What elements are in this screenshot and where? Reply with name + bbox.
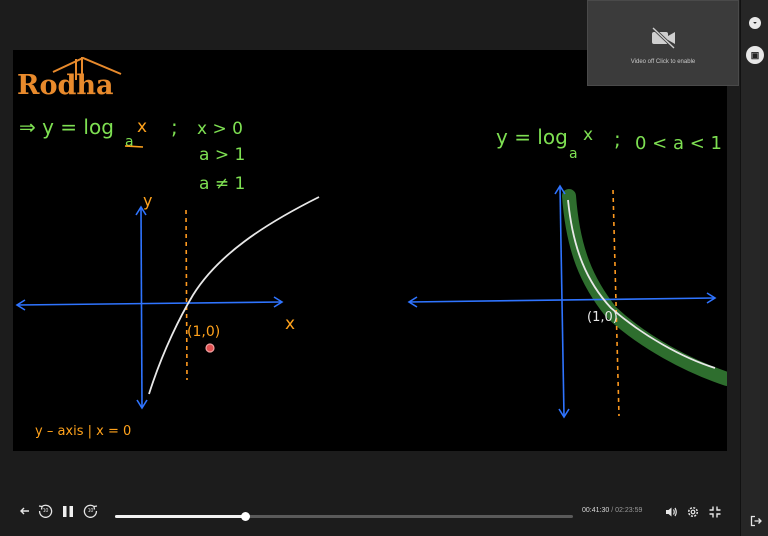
- left-graph: y x (1,0) y – axis | x = 0: [15, 191, 320, 439]
- back-button[interactable]: [18, 505, 32, 521]
- exit-fullscreen-icon: [709, 506, 721, 518]
- left-condition-1: x > 0: [197, 119, 243, 139]
- progress-knob[interactable]: [241, 512, 251, 521]
- settings-button[interactable]: [686, 505, 700, 519]
- rewind-label: 10: [42, 508, 49, 514]
- camera-tile[interactable]: Video off Click to enable: [587, 0, 739, 86]
- left-equation-var: x: [137, 117, 147, 137]
- right-point-label: (1,0): [587, 310, 618, 325]
- logo: Rodha: [17, 56, 122, 101]
- pause-button[interactable]: [61, 504, 75, 519]
- left-equation-subscript: a: [125, 134, 134, 150]
- right-equation-var: x: [583, 125, 593, 145]
- logo-text: Rodha: [17, 70, 113, 101]
- whiteboard: Rodha ⇒ y = log a x ; x > 0 a > 1 a ≠ 1: [15, 56, 727, 439]
- time-separator: /: [611, 507, 614, 514]
- right-equation: y = log a x ; 0 < a < 1: [496, 125, 722, 162]
- forward-button[interactable]: 10: [82, 503, 99, 520]
- video-player: Rodha ⇒ y = log a x ; x > 0 a > 1 a ≠ 1: [0, 0, 740, 536]
- right-equation-subscript: a: [569, 146, 578, 162]
- right-asymptote-line: [612, 189, 620, 417]
- video-frame[interactable]: Rodha ⇒ y = log a x ; x > 0 a > 1 a ≠ 1: [13, 50, 727, 451]
- rewind-button[interactable]: 10: [37, 503, 54, 520]
- progress-fill: [115, 515, 246, 518]
- left-equation-separator: ;: [171, 115, 178, 139]
- right-condition: 0 < a < 1: [635, 133, 722, 154]
- left-condition-3: a ≠ 1: [199, 174, 245, 194]
- volume-icon: [666, 507, 677, 517]
- left-asymptote-note: y – axis | x = 0: [35, 424, 131, 439]
- chat-icon: ◒: [752, 19, 758, 26]
- left-asymptote-line: [185, 209, 188, 381]
- exit-button[interactable]: [749, 514, 763, 528]
- progress-bar[interactable]: [115, 512, 573, 521]
- left-y-label: y: [143, 191, 152, 210]
- left-equation-text: ⇒ y = log: [19, 115, 114, 139]
- video-off-text: Video off Click to enable: [630, 59, 696, 65]
- right-equation-separator: ;: [614, 127, 621, 151]
- chat-button[interactable]: ◒: [749, 17, 761, 29]
- fullscreen-button[interactable]: [708, 505, 722, 519]
- gear-icon: [687, 506, 699, 518]
- left-x-label: x: [285, 314, 295, 334]
- right-sidebar: ◒ ▣: [740, 0, 768, 536]
- left-log-curve: [148, 196, 320, 395]
- time-readout: 00:41:30 / 02:23:59: [582, 507, 642, 514]
- volume-button[interactable]: [664, 505, 678, 519]
- right-graph: (1,0): [407, 184, 727, 419]
- notes-button[interactable]: ▣: [746, 46, 764, 64]
- video-off-icon: [651, 27, 676, 49]
- notes-icon: ▣: [750, 50, 760, 60]
- left-y-axis: [140, 207, 143, 408]
- forward-label: 10: [87, 508, 94, 514]
- left-underline: [124, 145, 144, 148]
- duration: 02:23:59: [615, 507, 643, 514]
- pause-icon: [63, 506, 73, 517]
- cursor-dot: [205, 343, 215, 353]
- arrow-left-icon: [20, 507, 29, 515]
- left-point-label: (1,0): [187, 324, 220, 340]
- right-y-axis: [559, 186, 565, 417]
- exit-icon: [750, 515, 762, 527]
- current-time: 00:41:30: [582, 507, 610, 514]
- right-curve-highlight: [562, 189, 727, 386]
- right-equation-text: y = log: [496, 125, 568, 149]
- left-x-axis: [17, 301, 282, 306]
- left-equation: ⇒ y = log a x ; x > 0 a > 1 a ≠ 1: [19, 115, 245, 194]
- left-condition-2: a > 1: [199, 145, 245, 165]
